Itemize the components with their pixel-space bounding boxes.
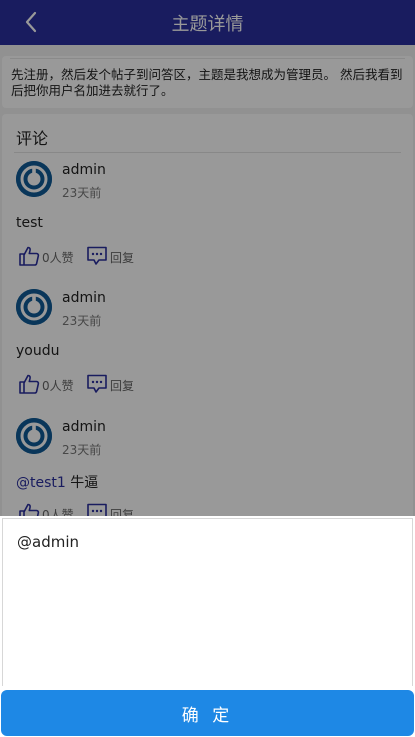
reply-input[interactable] xyxy=(2,518,413,686)
reply-sheet: 确 定 xyxy=(0,516,415,737)
modal-backdrop[interactable] xyxy=(0,0,415,516)
confirm-button[interactable]: 确 定 xyxy=(1,690,414,736)
